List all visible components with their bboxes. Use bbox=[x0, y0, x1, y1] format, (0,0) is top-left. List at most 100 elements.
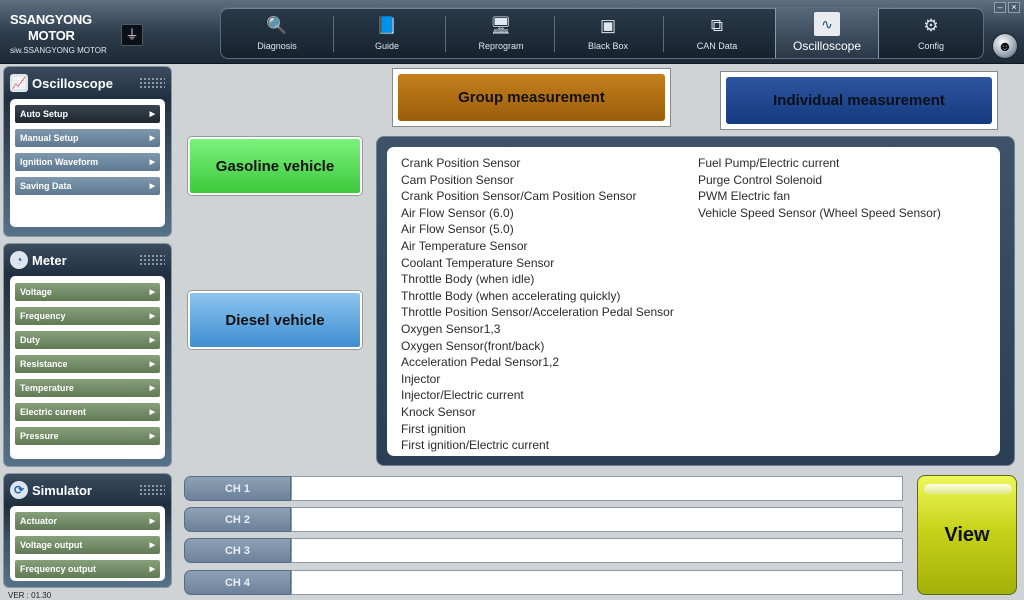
oscilloscope-panel-icon: 📈 bbox=[10, 74, 28, 92]
nav-diagnosis-label: Diagnosis bbox=[257, 41, 297, 51]
sensor-item[interactable]: Air Flow Sensor (6.0) bbox=[401, 205, 674, 222]
menu-electric-current[interactable]: Electric current ▶ bbox=[15, 403, 160, 421]
menu-frequency-output-label: Frequency output bbox=[20, 564, 96, 574]
arrow-right-icon: ▶ bbox=[149, 337, 155, 344]
nav-can-data[interactable]: ⧉ CAN Data bbox=[667, 8, 767, 58]
arrow-right-icon: ▶ bbox=[149, 385, 155, 392]
menu-voltage-output-label: Voltage output bbox=[20, 540, 83, 550]
ch1-button[interactable]: CH 1 bbox=[184, 476, 291, 501]
sensor-item[interactable]: Injector/Electric current bbox=[401, 387, 674, 404]
menu-voltage-output[interactable]: Voltage output ▶ bbox=[15, 536, 160, 554]
menu-frequency-label: Frequency bbox=[20, 311, 66, 321]
menu-frequency-output[interactable]: Frequency output ▶ bbox=[15, 560, 160, 578]
menu-duty-label: Duty bbox=[20, 335, 40, 345]
arrow-right-icon: ▶ bbox=[149, 159, 155, 166]
menu-voltage-label: Voltage bbox=[20, 287, 52, 297]
menu-manual-setup[interactable]: Manual Setup ▶ bbox=[15, 129, 160, 147]
sensor-item[interactable]: Throttle Body (when accelerating quickly… bbox=[401, 288, 674, 305]
menu-resistance[interactable]: Resistance ▶ bbox=[15, 355, 160, 373]
sensor-item[interactable]: Purge Control Solenoid bbox=[698, 172, 941, 189]
menu-manual-setup-label: Manual Setup bbox=[20, 133, 79, 143]
book-icon: 📘 bbox=[376, 16, 398, 35]
sensor-item[interactable]: Throttle Position Sensor/Acceleration Pe… bbox=[401, 304, 674, 321]
sensor-list: Crank Position Sensor Cam Position Senso… bbox=[387, 147, 1000, 456]
menu-frequency[interactable]: Frequency ▶ bbox=[15, 307, 160, 325]
nav-config[interactable]: ⚙ Config bbox=[885, 8, 977, 58]
menu-ignition-waveform[interactable]: Ignition Waveform ▶ bbox=[15, 153, 160, 171]
ch4-field[interactable] bbox=[291, 570, 903, 595]
nav-reprogram[interactable]: 🖥 Reprogram bbox=[449, 8, 553, 58]
sensor-item[interactable]: Air Flow Sensor (5.0) bbox=[401, 221, 674, 238]
panel-grip-icon bbox=[139, 254, 165, 266]
minimize-button[interactable]: – bbox=[994, 2, 1006, 13]
sensor-item[interactable]: Air Temperature Sensor bbox=[401, 238, 674, 255]
ch1-field[interactable] bbox=[291, 476, 903, 501]
nav-diagnosis[interactable]: 🔍 Diagnosis bbox=[229, 8, 325, 58]
menu-actuator[interactable]: Actuator ▶ bbox=[15, 512, 160, 530]
menu-auto-setup-label: Auto Setup bbox=[20, 109, 68, 119]
oscilloscope-icon: ∿ bbox=[814, 12, 840, 36]
channel-row-3: CH 3 bbox=[184, 538, 903, 563]
sensor-item[interactable]: PWM Electric fan bbox=[698, 188, 941, 205]
sensor-item[interactable]: First ignition bbox=[401, 421, 674, 438]
menu-temperature-label: Temperature bbox=[20, 383, 74, 393]
box-icon: ▣ bbox=[599, 16, 617, 35]
nav-guide[interactable]: 📘 Guide bbox=[337, 8, 437, 58]
diesel-vehicle-button[interactable]: Diesel vehicle bbox=[188, 291, 362, 349]
sensor-list-panel: Crank Position Sensor Cam Position Senso… bbox=[376, 136, 1015, 466]
nav-black-box-label: Black Box bbox=[587, 41, 629, 51]
ch2-button[interactable]: CH 2 bbox=[184, 507, 291, 532]
panel-grip-icon bbox=[139, 484, 165, 496]
individual-measurement-button[interactable]: Individual measurement bbox=[720, 71, 998, 130]
nav-black-box[interactable]: ▣ Black Box bbox=[558, 8, 658, 58]
ch4-button[interactable]: CH 4 bbox=[184, 570, 291, 595]
sensor-item[interactable]: Crank Position Sensor bbox=[401, 155, 674, 172]
arrow-right-icon: ▶ bbox=[149, 409, 155, 416]
magnifier-icon: 🔍 bbox=[266, 16, 288, 35]
sensor-item[interactable]: Oxygen Sensor(front/back) bbox=[401, 338, 674, 355]
sensor-item[interactable]: First ignition/Electric current bbox=[401, 437, 674, 454]
oscilloscope-panel-title: Oscilloscope bbox=[32, 75, 113, 91]
sensor-item[interactable]: Cam Position Sensor bbox=[401, 172, 674, 189]
menu-saving-data-label: Saving Data bbox=[20, 181, 72, 191]
arrow-right-icon: ▶ bbox=[149, 566, 155, 573]
ch2-field[interactable] bbox=[291, 507, 903, 532]
ch3-button[interactable]: CH 3 bbox=[184, 538, 291, 563]
sensor-item[interactable]: Oxygen Sensor1,3 bbox=[401, 321, 674, 338]
meter-panel: ◔ Meter Voltage ▶ Frequency ▶ Duty ▶ Resist… bbox=[3, 243, 172, 467]
sensor-item[interactable]: Crank Position Sensor/Cam Position Senso… bbox=[401, 188, 674, 205]
menu-duty[interactable]: Duty ▶ bbox=[15, 331, 160, 349]
sensor-item[interactable]: Knock Sensor bbox=[401, 404, 674, 421]
nav-reprogram-label: Reprogram bbox=[478, 41, 524, 51]
menu-saving-data[interactable]: Saving Data ▶ bbox=[15, 177, 160, 195]
view-button[interactable]: View bbox=[917, 475, 1017, 595]
sensor-item[interactable]: Injector bbox=[401, 371, 674, 388]
menu-temperature[interactable]: Temperature ▶ bbox=[15, 379, 160, 397]
simulator-panel-icon: ⟳ bbox=[10, 481, 28, 499]
menu-auto-setup[interactable]: Auto Setup ▶ bbox=[15, 105, 160, 123]
sensor-item[interactable]: Fuel Pump/Electric current bbox=[698, 155, 941, 172]
menu-actuator-label: Actuator bbox=[20, 516, 58, 526]
top-bar: SSANGYONG MOTOR siw.SSANGYONG MOTOR ⏚ 🔍 … bbox=[0, 0, 1024, 64]
gasoline-vehicle-label: Gasoline vehicle bbox=[215, 157, 335, 175]
nav-oscilloscope-label: Oscilloscope bbox=[792, 39, 862, 53]
sensor-item[interactable]: Acceleration Pedal Sensor1,2 bbox=[401, 354, 674, 371]
user-icon[interactable]: ☻ bbox=[992, 33, 1018, 59]
sensor-item[interactable]: Vehicle Speed Sensor (Wheel Speed Sensor… bbox=[698, 205, 941, 222]
menu-pressure-label: Pressure bbox=[20, 431, 59, 441]
group-measurement-label: Group measurement bbox=[458, 89, 605, 106]
version-label: VER : 01.30 bbox=[8, 591, 52, 600]
oscilloscope-panel: 📈 Oscilloscope Auto Setup ▶ Manual Setup ▶… bbox=[3, 66, 172, 237]
arrow-right-icon: ▶ bbox=[149, 361, 155, 368]
gasoline-vehicle-button[interactable]: Gasoline vehicle bbox=[188, 137, 362, 195]
nav-oscilloscope[interactable]: ∿ Oscilloscope bbox=[775, 8, 879, 58]
sensor-column-2: Fuel Pump/Electric current Purge Control… bbox=[698, 155, 941, 221]
individual-measurement-label: Individual measurement bbox=[773, 92, 945, 109]
close-button[interactable]: × bbox=[1008, 2, 1020, 13]
ch3-field[interactable] bbox=[291, 538, 903, 563]
sensor-item[interactable]: Throttle Body (when idle) bbox=[401, 271, 674, 288]
menu-pressure[interactable]: Pressure ▶ bbox=[15, 427, 160, 445]
menu-voltage[interactable]: Voltage ▶ bbox=[15, 283, 160, 301]
group-measurement-button[interactable]: Group measurement bbox=[392, 68, 671, 127]
sensor-item[interactable]: Coolant Temperature Sensor bbox=[401, 255, 674, 272]
